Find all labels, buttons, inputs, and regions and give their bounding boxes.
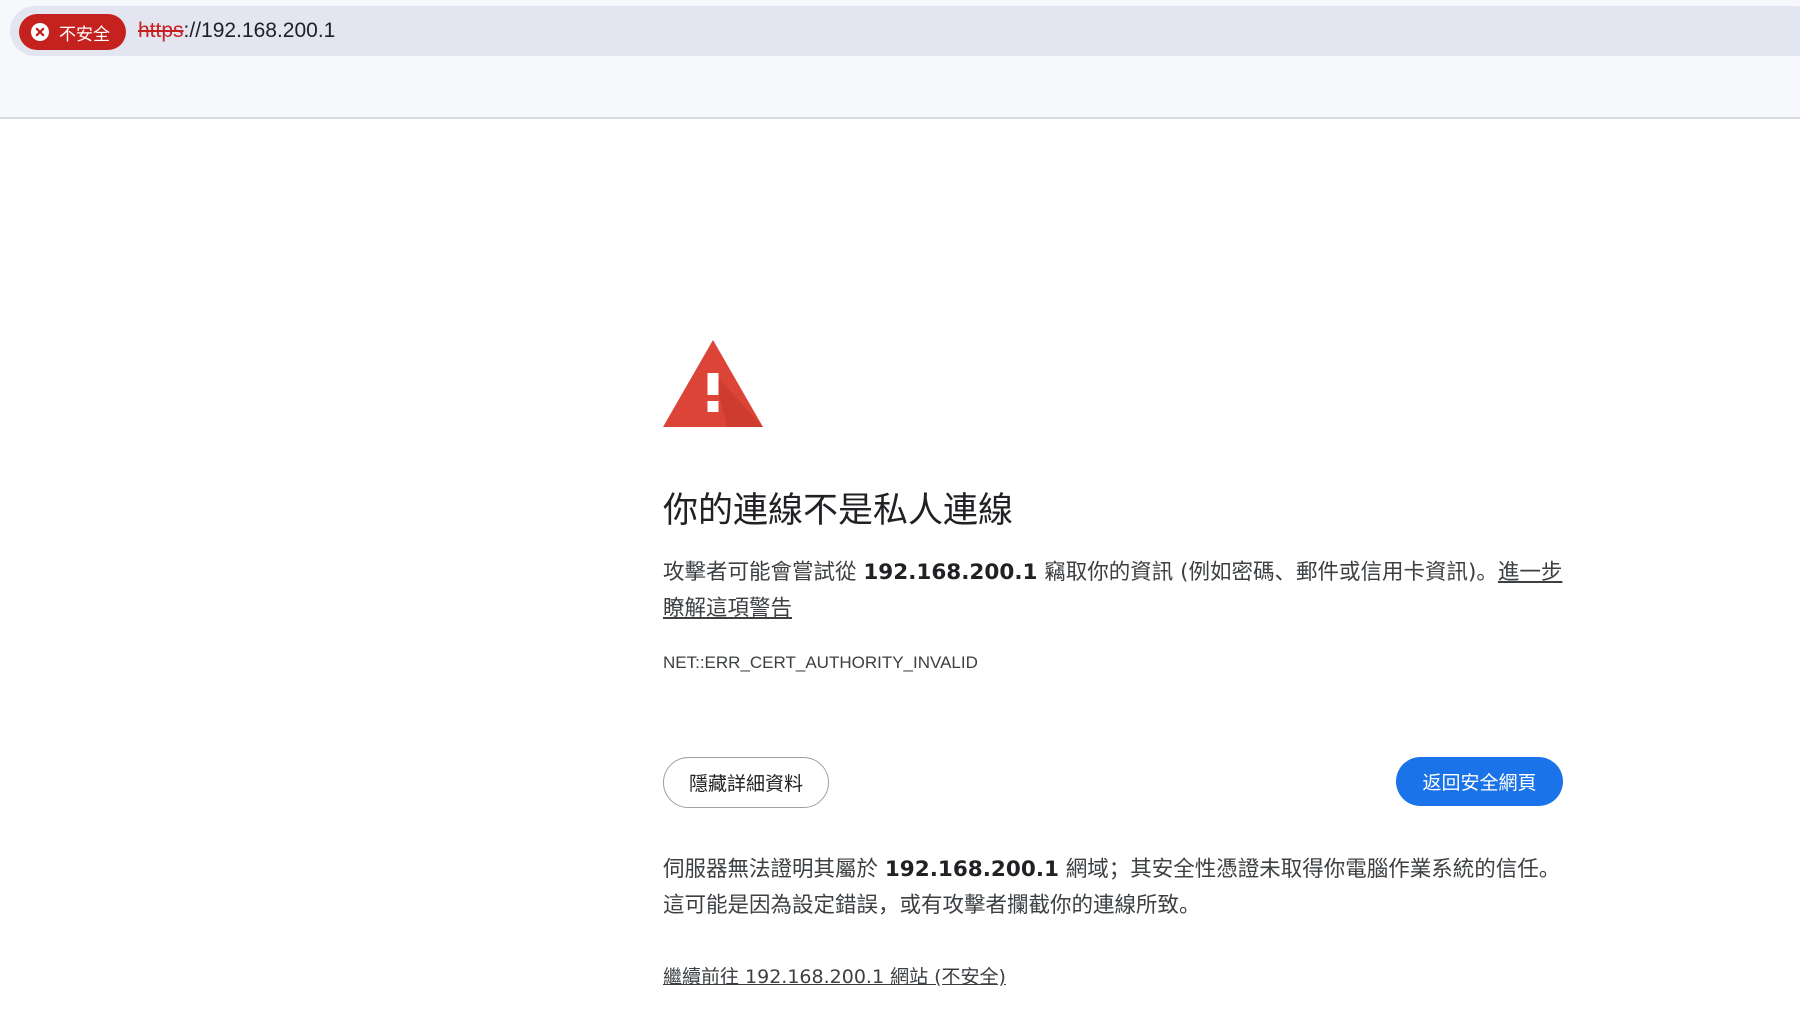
url-text[interactable]: https://192.168.200.1 <box>138 6 335 56</box>
page-title: 你的連線不是私人連線 <box>663 491 1014 531</box>
details-prefix: 伺服器無法證明其屬於 <box>663 857 885 882</box>
warning-description: 攻擊者可能會嘗試從 192.168.200.1 竊取你的資訊 (例如密碼、郵件或… <box>663 555 1563 627</box>
error-code: NET::ERR_CERT_AUTHORITY_INVALID <box>663 653 978 672</box>
host-name: 192.168.200.1 <box>863 560 1038 585</box>
details-host-name: 192.168.200.1 <box>884 857 1059 882</box>
details-description: 伺服器無法證明其屬於 192.168.200.1 網域；其安全性憑證未取得你電腦… <box>663 852 1563 924</box>
desc-prefix: 攻擊者可能會嘗試從 <box>663 560 864 585</box>
browser-toolbar: 不安全 https://192.168.200.1 <box>0 0 1800 119</box>
security-chip[interactable]: 不安全 <box>19 14 126 50</box>
hide-details-button[interactable]: 隱藏詳細資料 <box>663 757 829 808</box>
error-circle-icon <box>31 23 49 41</box>
back-to-safety-button[interactable]: 返回安全網頁 <box>1396 757 1563 806</box>
url-host: ://192.168.200.1 <box>183 19 336 42</box>
proceed-unsafe-link[interactable]: 繼續前往 192.168.200.1 網站 (不安全) <box>663 962 1006 989</box>
url-scheme: https <box>138 19 184 42</box>
security-chip-label: 不安全 <box>59 24 110 45</box>
warning-triangle-icon <box>663 340 763 427</box>
desc-suffix: 竊取你的資訊 (例如密碼、郵件或信用卡資訊)。 <box>1037 560 1498 585</box>
address-bar[interactable]: 不安全 https://192.168.200.1 <box>10 6 1800 56</box>
